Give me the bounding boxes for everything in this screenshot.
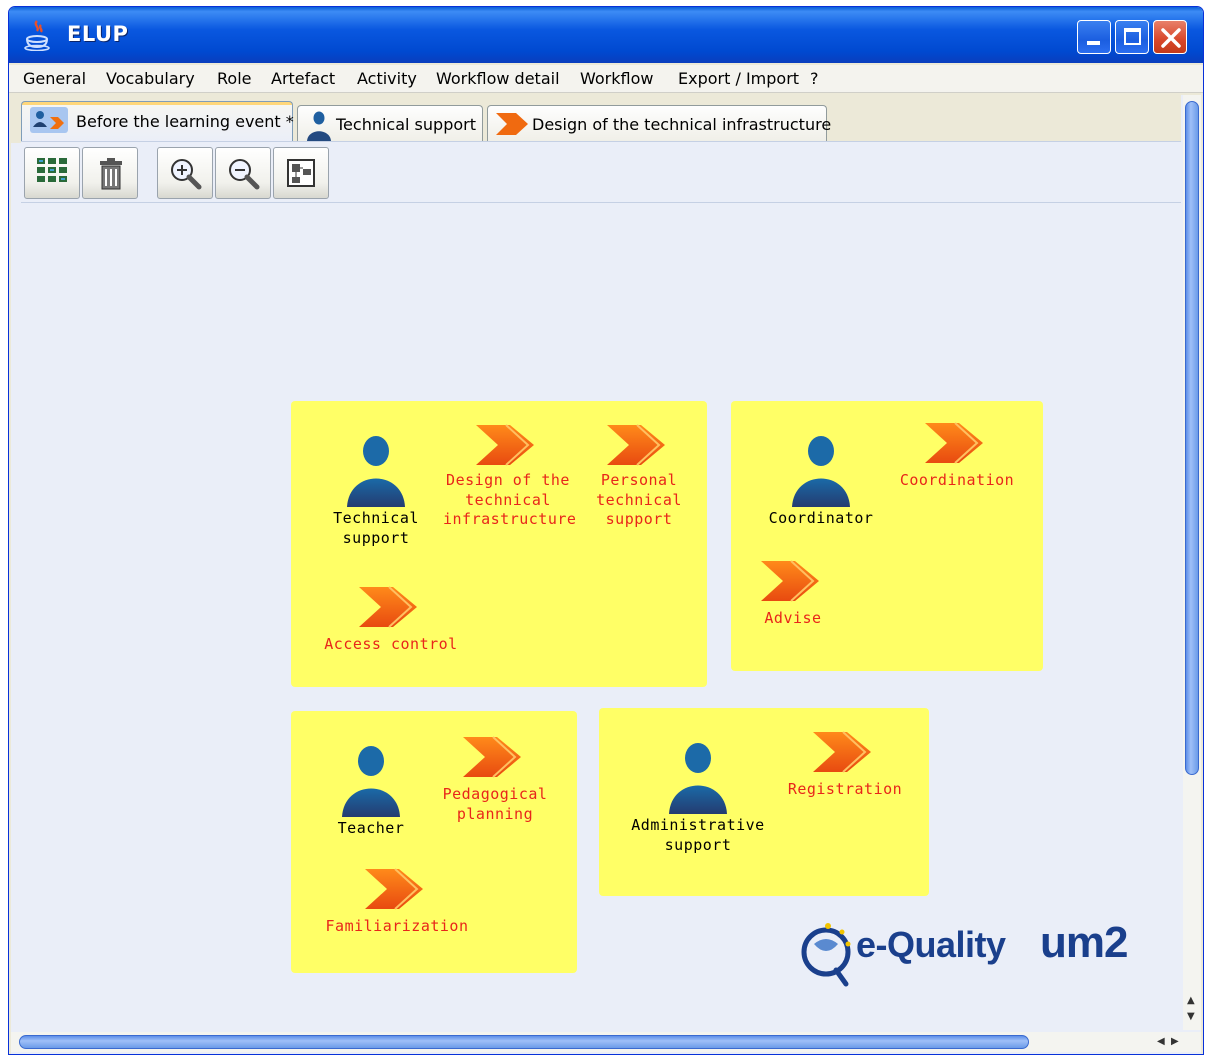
- person-icon: [669, 743, 727, 814]
- tab-label: Design of the technical infrastructure: [532, 115, 832, 134]
- layout-icon: [287, 159, 315, 187]
- menu-workflow[interactable]: Workflow: [580, 69, 653, 88]
- activity-label: Personal technical support: [596, 471, 682, 528]
- workflow-icon: [30, 107, 68, 133]
- zoom-in-button[interactable]: [157, 147, 213, 199]
- activity-node[interactable]: Registration: [785, 730, 905, 800]
- horizontal-scroll-thumb[interactable]: [19, 1035, 1029, 1049]
- delete-button[interactable]: [82, 147, 138, 199]
- role-label: Coordinator: [768, 509, 874, 527]
- role-node[interactable]: Teacher: [321, 745, 421, 839]
- menu-bar: General Vocabulary Role Artefact Activit…: [9, 65, 1203, 93]
- activity-node[interactable]: Access control: [321, 585, 461, 655]
- role-node[interactable]: Coordinator: [761, 435, 881, 529]
- tab-design-technical-infrastructure[interactable]: Design of the technical infrastructure: [487, 105, 831, 141]
- activity-label: Design of the technical infrastructure: [443, 471, 577, 528]
- zoom-in-icon: [171, 159, 202, 190]
- role-label: Teacher: [337, 819, 405, 837]
- activity-node[interactable]: Design of the technical infrastructure: [443, 423, 577, 530]
- window-title: ELUP: [67, 22, 129, 46]
- menu-workflow-detail[interactable]: Workflow detail: [436, 69, 560, 88]
- horizontal-scrollbar[interactable]: ◀ ▶: [11, 1032, 1201, 1052]
- person-icon: [342, 746, 400, 817]
- tab-label: Before the learning event *: [76, 112, 294, 131]
- menu-vocabulary[interactable]: Vocabulary: [106, 69, 195, 88]
- minimize-button[interactable]: [1077, 20, 1111, 54]
- activity-node[interactable]: Familiarization: [325, 867, 469, 937]
- person-icon: [792, 436, 850, 507]
- grid-button[interactable]: [24, 147, 80, 199]
- role-node[interactable]: Administrative support: [623, 742, 773, 855]
- scroll-right-icon[interactable]: ▶: [1171, 1036, 1179, 1047]
- activity-node[interactable]: Pedagogical planning: [435, 735, 555, 824]
- role-panel-administrative-support[interactable]: Administrative support Registration: [599, 708, 929, 896]
- menu-artefact[interactable]: Artefact: [271, 69, 335, 88]
- menu-help[interactable]: ?: [810, 69, 819, 88]
- activity-label: Coordination: [899, 471, 1015, 489]
- zoom-out-button[interactable]: [215, 147, 271, 199]
- activity-label: Access control: [324, 635, 458, 653]
- diagram-canvas[interactable]: Technical support Design of the technica…: [21, 205, 1181, 1030]
- menu-export-import[interactable]: Export / Import: [678, 69, 799, 88]
- close-icon: [1161, 28, 1181, 48]
- main-panel: Before the learning event * Technical su…: [11, 95, 1201, 1054]
- zoom-out-icon: [229, 159, 260, 190]
- app-window: ELUP General Vocabulary Role Artefact Ac…: [8, 6, 1204, 1055]
- tab-label: Technical support: [336, 115, 476, 134]
- tab-technical-support[interactable]: Technical support: [297, 105, 483, 141]
- role-label: Administrative support: [631, 816, 765, 854]
- activity-label: Advise: [764, 609, 822, 627]
- menu-role[interactable]: Role: [217, 69, 251, 88]
- activity-arrow-icon: [463, 736, 521, 778]
- trash-icon: [100, 158, 122, 190]
- tab-strip: Before the learning event * Technical su…: [11, 95, 1181, 143]
- minimize-icon: [1087, 41, 1100, 45]
- activity-arrow-icon: [359, 586, 417, 628]
- activity-arrow-icon: [813, 731, 871, 773]
- role-panel-coordinator[interactable]: Coordinator Coordination Advise: [731, 401, 1043, 671]
- maximize-button[interactable]: [1115, 20, 1149, 54]
- activity-arrow-icon: [607, 424, 665, 466]
- activity-label: Familiarization: [325, 917, 469, 935]
- activity-arrow-icon: [365, 868, 423, 910]
- activity-arrow-icon: [496, 113, 528, 135]
- activity-arrow-icon: [761, 560, 819, 602]
- scroll-left-icon[interactable]: ◀: [1157, 1036, 1165, 1047]
- vertical-scrollbar[interactable]: ▲ ▼: [1183, 95, 1201, 1030]
- menu-activity[interactable]: Activity: [357, 69, 417, 88]
- java-icon: [24, 20, 50, 51]
- activity-arrow-icon: [925, 422, 983, 464]
- grid-icon: [37, 158, 67, 182]
- role-panel-technical-support[interactable]: Technical support Design of the technica…: [291, 401, 707, 687]
- role-node[interactable]: Technical support: [321, 435, 431, 548]
- activity-node[interactable]: Personal technical support: [581, 423, 697, 530]
- toolbar: [21, 141, 1181, 203]
- close-button[interactable]: [1153, 20, 1187, 54]
- scroll-up-icon[interactable]: ▲: [1187, 995, 1195, 1006]
- vertical-scroll-thumb[interactable]: [1185, 101, 1199, 775]
- activity-node[interactable]: Coordination: [897, 421, 1017, 491]
- scroll-down-icon[interactable]: ▼: [1187, 1011, 1195, 1022]
- role-person-icon: [307, 111, 331, 141]
- menu-general[interactable]: General: [23, 69, 86, 88]
- activity-arrow-icon: [476, 424, 534, 466]
- activity-label: Registration: [787, 780, 903, 798]
- equality-logo: e-Quality: [856, 924, 1006, 965]
- person-icon: [347, 436, 405, 507]
- activity-node[interactable]: Advise: [753, 559, 833, 629]
- equality-logo-icon: [801, 923, 851, 987]
- title-bar[interactable]: ELUP: [9, 7, 1203, 63]
- layout-button[interactable]: [273, 147, 329, 199]
- maximize-icon: [1124, 28, 1141, 45]
- tab-before-learning-event[interactable]: Before the learning event *: [21, 101, 294, 143]
- um2-logo: um2: [1040, 918, 1128, 967]
- role-panel-teacher[interactable]: Teacher Pedagogical planning Familiariza…: [291, 711, 577, 973]
- activity-label: Pedagogical planning: [442, 785, 548, 823]
- role-label: Technical support: [333, 509, 419, 547]
